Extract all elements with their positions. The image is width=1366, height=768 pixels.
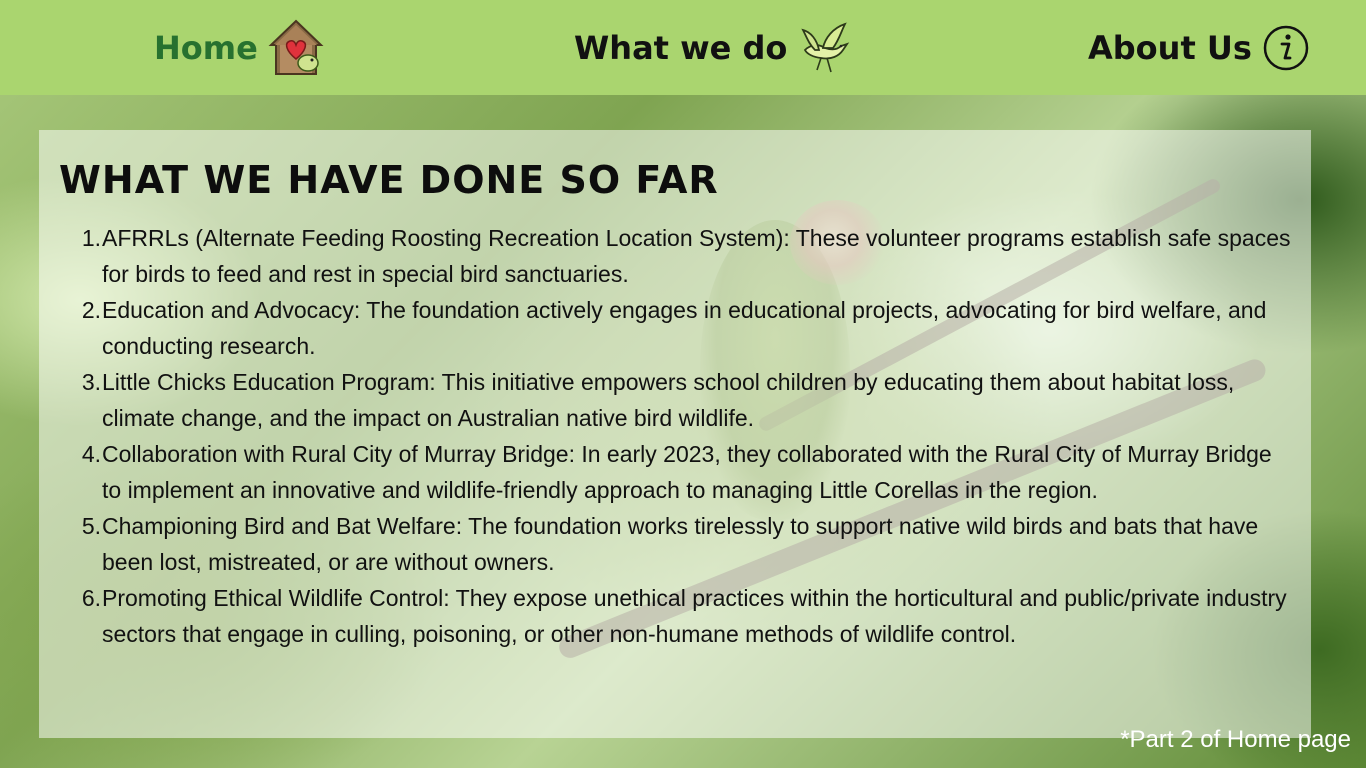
flying-bird-icon <box>797 20 853 76</box>
nav-home-link[interactable]: Home <box>154 12 324 84</box>
list-item: 3. Little Chicks Education Program: This… <box>77 364 1292 436</box>
list-item-text: Collaboration with Rural City of Murray … <box>102 441 1272 503</box>
list-item-number: 1. <box>81 225 101 251</box>
list-item-text: Little Chicks Education Program: This in… <box>102 369 1235 431</box>
top-navigation-bar: Home What we do About Us <box>0 0 1366 95</box>
nav-what-we-do-label: What we do <box>574 29 788 67</box>
list-item-text: Promoting Ethical Wildlife Control: They… <box>102 585 1287 647</box>
list-item: 1. AFRRLs (Alternate Feeding Roosting Re… <box>77 220 1292 292</box>
list-item: 2. Education and Advocacy: The foundatio… <box>77 292 1292 364</box>
list-item-number: 4. <box>81 441 101 467</box>
list-item-number: 3. <box>81 369 101 395</box>
nav-about-us-link[interactable]: About Us <box>1088 12 1310 84</box>
list-item-number: 2. <box>81 297 101 323</box>
nav-what-we-do-link[interactable]: What we do <box>574 12 853 84</box>
list-item: 4. Collaboration with Rural City of Murr… <box>77 436 1292 508</box>
page-footnote: *Part 2 of Home page <box>1120 726 1351 753</box>
list-item-text: Education and Advocacy: The foundation a… <box>102 297 1267 359</box>
accomplishments-list: 1. AFRRLs (Alternate Feeding Roosting Re… <box>77 220 1292 652</box>
list-item: 6. Promoting Ethical Wildlife Control: T… <box>77 580 1292 652</box>
section-title: WHAT WE HAVE DONE SO FAR <box>59 158 719 202</box>
list-item-text: AFRRLs (Alternate Feeding Roosting Recre… <box>102 225 1291 287</box>
info-circle-icon <box>1262 24 1310 72</box>
list-item-number: 6. <box>81 585 101 611</box>
list-item: 5. Championing Bird and Bat Welfare: The… <box>77 508 1292 580</box>
nav-about-us-label: About Us <box>1088 29 1252 67</box>
list-item-text: Championing Bird and Bat Welfare: The fo… <box>102 513 1259 575</box>
accomplishments-panel: WHAT WE HAVE DONE SO FAR 1. AFRRLs (Alte… <box>39 130 1311 738</box>
list-item-number: 5. <box>81 513 101 539</box>
nav-home-label: Home <box>154 29 258 67</box>
birdhouse-heart-icon <box>268 19 324 77</box>
